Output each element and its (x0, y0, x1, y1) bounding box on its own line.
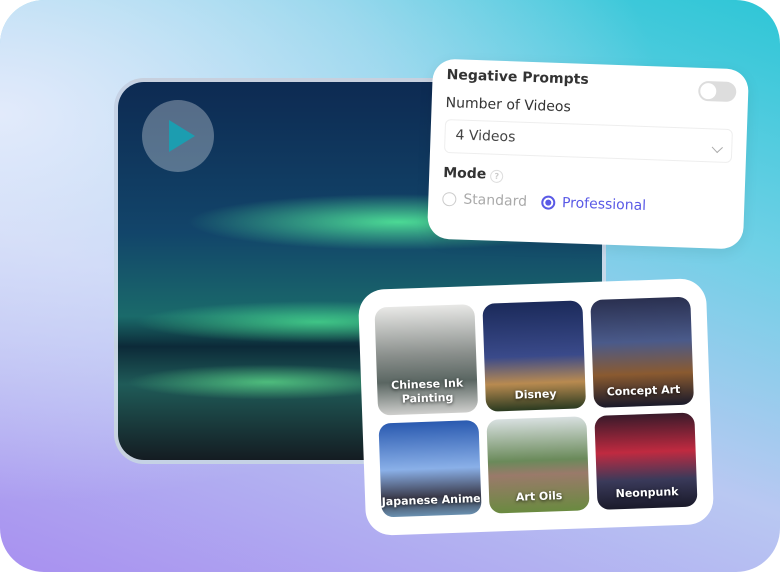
negative-prompts-toggle[interactable] (697, 80, 737, 103)
style-tile[interactable]: Chinese Ink Painting (374, 304, 479, 416)
style-tile[interactable]: Japanese Anime (378, 420, 482, 518)
negative-prompts-label: Negative Prompts (446, 67, 589, 88)
radio-selected-icon (540, 195, 556, 210)
style-label: Japanese Anime (381, 491, 481, 509)
chevron-down-icon (711, 141, 723, 154)
radio-label: Professional (561, 195, 647, 215)
help-icon[interactable]: ? (490, 169, 504, 184)
radio-icon (442, 191, 457, 207)
style-tile[interactable]: Disney (482, 300, 587, 412)
radio-label: Standard (463, 191, 528, 210)
style-label: Chinese Ink Painting (390, 376, 464, 406)
style-label: Neonpunk (615, 485, 679, 501)
style-tile[interactable]: Neonpunk (594, 412, 698, 510)
style-tile[interactable]: Concept Art (590, 296, 695, 408)
number-of-videos-label: Number of Videos (445, 95, 572, 116)
mode-professional-radio[interactable]: Professional (540, 194, 647, 215)
play-button[interactable] (142, 100, 214, 172)
style-grid: Chinese Ink Painting Disney Concept Art … (357, 278, 715, 536)
style-label: Concept Art (606, 382, 681, 399)
style-label: Art Oils (515, 489, 563, 504)
select-value: 4 Videos (455, 127, 516, 146)
settings-panel: Negative Prompts Number of Videos 4 Vide… (426, 58, 750, 250)
mode-standard-radio[interactable]: Standard (442, 191, 527, 210)
style-label: Disney (514, 387, 557, 402)
style-tile[interactable]: Art Oils (486, 416, 590, 514)
background: Negative Prompts Number of Videos 4 Vide… (0, 0, 780, 572)
number-of-videos-select[interactable]: 4 Videos (443, 118, 733, 164)
mode-label: Mode (442, 164, 487, 183)
